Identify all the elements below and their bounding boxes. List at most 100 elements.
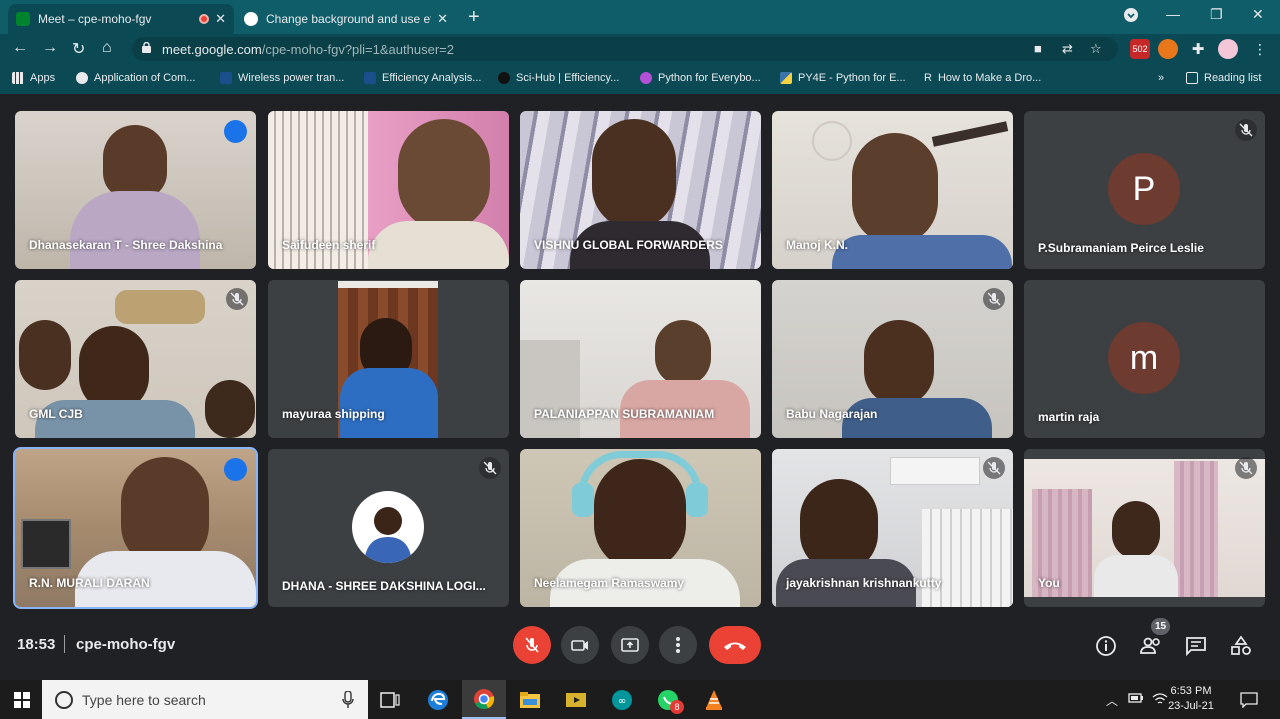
participant-name: Saifudeen sherif (282, 238, 376, 252)
back-button[interactable]: ← (12, 39, 28, 57)
python-icon (780, 72, 792, 84)
close-tab-icon[interactable]: ✕ (215, 11, 226, 27)
bookmark-item[interactable]: Sci-Hub | Efficiency... (498, 72, 619, 84)
semantic-scholar-icon (76, 72, 88, 84)
mic-off-icon (1235, 119, 1257, 141)
bookmark-item[interactable]: Python for Everybo... (640, 72, 761, 84)
bookmark-apps[interactable]: Apps (12, 72, 55, 84)
participant-tile[interactable]: Manoj K.N. (772, 111, 1013, 269)
recording-indicator-icon (199, 14, 210, 24)
activities-icon[interactable] (1229, 634, 1253, 658)
meeting-code: cpe-moho-fgv (76, 636, 176, 653)
participant-tile[interactable]: m martin raja (1024, 280, 1265, 438)
microphone-icon[interactable] (342, 691, 354, 709)
bookmark-item[interactable]: Application of Com... (76, 72, 196, 84)
close-window-icon[interactable]: ✕ (1252, 6, 1264, 23)
avatar (352, 491, 424, 563)
maximize-window-icon[interactable]: ❐ (1210, 6, 1223, 23)
participant-name: Babu Nagarajan (786, 407, 878, 421)
meeting-time: 18:53 (17, 636, 56, 653)
participant-tile[interactable]: You (1024, 449, 1265, 607)
participant-tile[interactable]: PALANIAPPAN SUBRAMANIAM (520, 280, 761, 438)
camera-toggle-button[interactable] (561, 626, 599, 664)
mic-toggle-button[interactable] (513, 626, 551, 664)
more-options-button[interactable] (659, 626, 697, 664)
present-screen-button[interactable] (611, 626, 649, 664)
scihub-icon (498, 72, 510, 84)
extensions-puzzle-icon[interactable]: ✚ (1188, 39, 1208, 59)
notification-badge: 8 (670, 700, 684, 714)
participant-tile[interactable]: Neelamegam Ramaswamy (520, 449, 761, 607)
chrome-app-icon[interactable] (462, 680, 506, 719)
participant-tile[interactable]: DHANA - SHREE DAKSHINA LOGI... (268, 449, 509, 607)
apps-grid-icon (12, 72, 24, 84)
media-app-icon[interactable] (554, 680, 598, 719)
adblock-extension-icon[interactable]: 502 (1130, 39, 1150, 59)
participant-tile[interactable]: Dhanasekaran T - Shree Dakshina (15, 111, 256, 269)
participant-tile[interactable]: VISHNU GLOBAL FORWARDERS (520, 111, 761, 269)
address-bar[interactable]: meet.google.com/cpe-moho-fgv?pli=1&authu… (132, 37, 1118, 61)
browser-menu-icon[interactable]: ⋮ (1250, 39, 1270, 59)
chat-icon[interactable] (1184, 634, 1208, 658)
participant-name: You (1038, 576, 1060, 590)
arduino-app-icon[interactable]: ∞ (600, 680, 644, 719)
reading-list-icon (1186, 72, 1198, 84)
new-tab-button[interactable]: + (468, 6, 480, 29)
tab-change-background[interactable]: Change background and use effe ✕ (236, 4, 456, 34)
battery-icon[interactable] (1128, 692, 1144, 707)
reading-list-button[interactable]: Reading list (1186, 72, 1261, 84)
start-button[interactable] (0, 680, 44, 719)
people-icon[interactable] (1139, 634, 1163, 658)
file-explorer-icon[interactable] (508, 680, 552, 719)
bookmarks-overflow-button[interactable]: » (1158, 72, 1164, 84)
bookmark-star-icon[interactable]: ☆ (1090, 41, 1102, 57)
meeting-details-icon[interactable] (1094, 634, 1118, 658)
present-screen-icon (621, 638, 639, 652)
participant-name: Dhanasekaran T - Shree Dakshina (29, 238, 223, 252)
bookmark-item[interactable]: Efficiency Analysis... (364, 72, 481, 84)
forward-button[interactable]: → (42, 39, 58, 57)
vlc-app-icon[interactable] (692, 680, 736, 719)
taskbar-search-box[interactable]: Type here to search (42, 680, 368, 719)
camera-icon (571, 640, 588, 651)
whatsapp-app-icon[interactable]: 8 (646, 680, 690, 719)
participant-tile[interactable]: GML CJB (15, 280, 256, 438)
close-tab-icon[interactable]: ✕ (437, 11, 448, 27)
bookmark-label: Wireless power tran... (238, 72, 345, 84)
avatar: P (1108, 153, 1180, 225)
bookmark-item[interactable]: Wireless power tran... (220, 72, 344, 84)
task-view-button[interactable] (368, 680, 412, 719)
profile-avatar[interactable] (1218, 39, 1238, 59)
participant-tile[interactable]: R.N. MURALI DARAN (13, 447, 258, 609)
edge-app-icon[interactable] (416, 680, 460, 719)
leave-call-button[interactable] (709, 626, 761, 664)
metamask-extension-icon[interactable] (1158, 39, 1178, 59)
participant-tile[interactable]: Saifudeen sherif (268, 111, 509, 269)
participant-tile[interactable]: P P.Subramaniam Peirce Leslie (1024, 111, 1265, 269)
mic-off-icon (226, 288, 248, 310)
system-clock[interactable]: 6:53 PM 23-Jul-21 (1160, 684, 1222, 714)
participant-tile[interactable]: Babu Nagarajan (772, 280, 1013, 438)
camera-in-use-icon[interactable]: ■ (1034, 41, 1042, 56)
participant-tile[interactable]: mayuraa shipping (268, 280, 509, 438)
bookmark-label: Sci-Hub | Efficiency... (516, 72, 620, 84)
reload-button[interactable]: ↻ (72, 39, 85, 59)
bookmark-item[interactable]: R How to Make a Dro... (924, 72, 1041, 84)
bookmark-item[interactable]: PY4E - Python for E... (780, 72, 906, 84)
home-button[interactable]: ⌂ (102, 39, 112, 57)
participant-tile[interactable]: jayakrishnan krishnankutty (772, 449, 1013, 607)
notifications-icon[interactable] (1240, 692, 1258, 711)
avatar: m (1108, 322, 1180, 394)
translate-icon[interactable]: ⇄ (1062, 41, 1073, 57)
participant-name: GML CJB (29, 407, 83, 421)
minimize-window-icon[interactable]: — (1166, 6, 1180, 22)
extension-badge: 502 (1132, 43, 1148, 54)
browser-toolbar: ← → ↻ ⌂ meet.google.com/cpe-moho-fgv?pli… (0, 34, 1280, 64)
tab-strip: Meet – cpe-moho-fgv ✕ Change background … (0, 0, 1280, 34)
tab-meet[interactable]: Meet – cpe-moho-fgv ✕ (8, 4, 234, 34)
bookmark-label: How to Make a Dro... (937, 72, 1042, 84)
participant-name: R.N. MURALI DARAN (29, 576, 150, 590)
mic-off-icon (525, 637, 539, 653)
show-hidden-icons[interactable]: ︿ (1106, 692, 1118, 709)
tab-search-icon[interactable] (1124, 8, 1138, 25)
